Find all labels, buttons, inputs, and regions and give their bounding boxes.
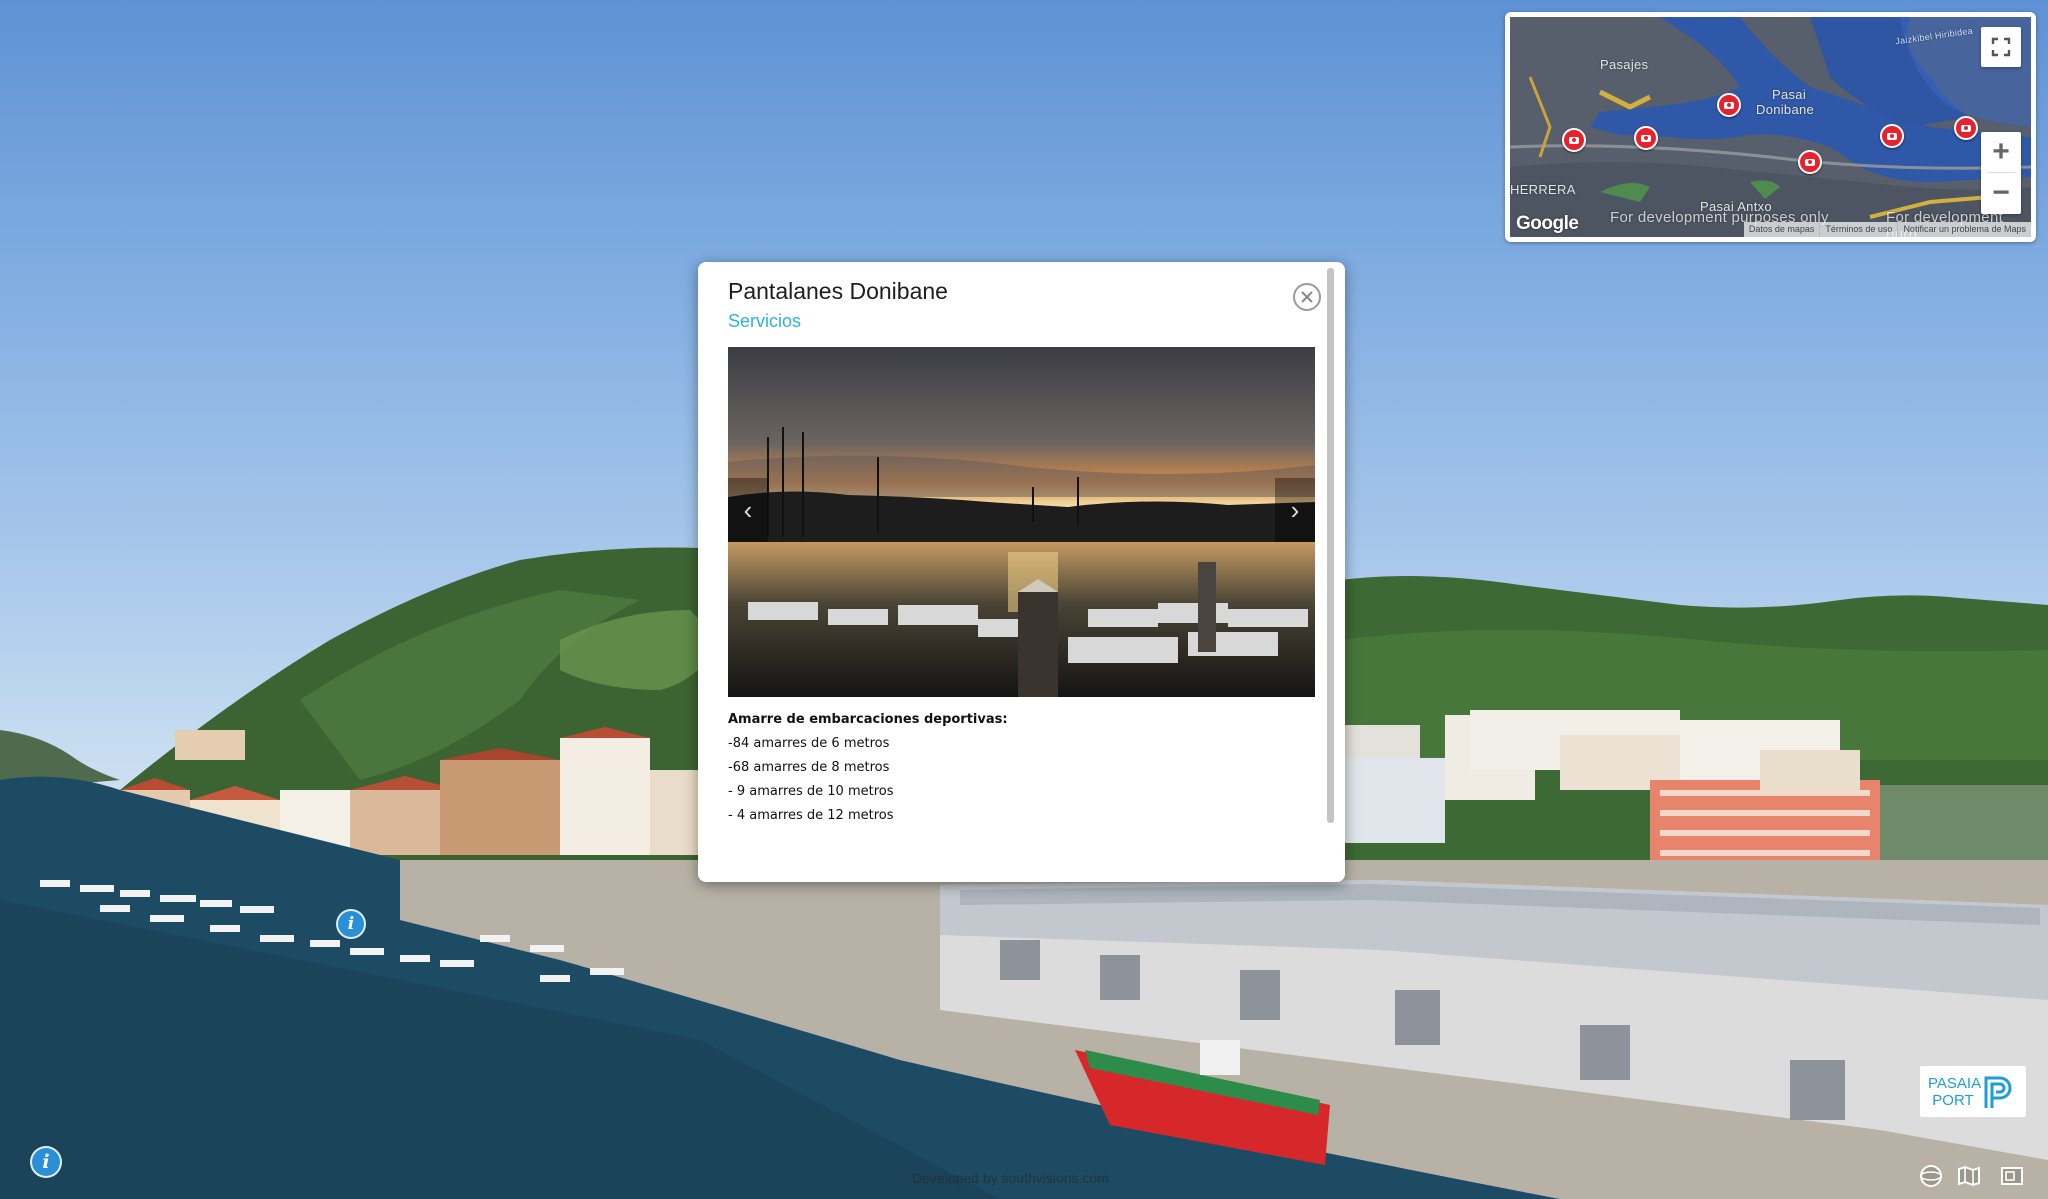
mini-map[interactable]: Pasajes Pasai Donibane HERRERA Pasai Ant… [1505,12,2036,242]
credits-text[interactable]: Developed by southvisions.com [912,1170,1109,1186]
gallery-photo [728,347,1315,697]
camera-pin-icon[interactable] [1717,93,1741,117]
popup-category: Servicios [728,311,802,331]
close-button[interactable] [1293,283,1321,311]
photo-gallery[interactable]: ‹ › [728,347,1315,697]
camera-pin-icon[interactable] [1954,116,1978,140]
logo-text-line1: PASAIA [1928,1074,1982,1092]
pasaia-port-logo[interactable]: PASAIA PORT [1920,1066,2026,1117]
close-icon [1301,291,1313,303]
view-mode-icon [2001,1167,2023,1185]
google-logo[interactable]: Google [1516,213,1579,235]
info-hotspot[interactable]: i [336,909,366,939]
chevron-left-icon: ‹ [743,494,753,525]
zoom-out-button[interactable]: − [1981,173,2021,213]
map-toggle-button[interactable] [1955,1162,1983,1190]
map-label-pasajes: Pasajes [1600,57,1649,72]
info-icon: i [347,914,355,934]
camera-pin-icon[interactable] [1880,124,1904,148]
fullscreen-icon [1991,37,2011,57]
description-line: - 9 amarres de 10 metros [728,784,894,799]
map-data-link[interactable]: Datos de mapas [1744,222,1820,237]
gallery-next-button[interactable]: › [1275,478,1315,542]
poi-popup: Pantalanes Donibane Servicios ‹ › Amarre… [698,262,1345,882]
popup-title: Pantalanes Donibane [728,278,948,304]
logo-text-line2: PORT [1932,1091,1974,1109]
logo-text: PASAIA PORT [1928,1074,1982,1109]
popup-scrollbar[interactable] [1327,268,1334,868]
gyroscope-button[interactable] [1917,1162,1945,1190]
camera-pin-icon[interactable] [1798,150,1822,174]
map-icon [1958,1165,1980,1187]
map-report-link[interactable]: Notificar un problema de Maps [1897,222,2031,237]
description-line: - 4 amarres de 12 metros [728,808,894,823]
port-logo-mark [1984,1076,2012,1108]
info-button[interactable]: i [30,1146,62,1178]
camera-pin-icon[interactable] [1634,126,1658,150]
gallery-prev-button[interactable]: ‹ [728,478,768,542]
chevron-right-icon: › [1290,494,1300,525]
map-fullscreen-button[interactable] [1981,27,2021,67]
map-zoom-controls: + − [1981,132,2021,214]
popup-description: Amarre de embarcaciones deportivas: -84 … [728,708,1298,828]
description-heading: Amarre de embarcaciones deportivas: [728,712,1008,727]
map-label-donibane: Donibane [1756,102,1815,117]
scrollbar-thumb[interactable] [1327,268,1334,823]
gyroscope-icon [1920,1165,1942,1187]
map-label-herrera: HERRERA [1510,182,1576,197]
description-line: -84 amarres de 6 metros [728,736,890,751]
map-attribution: Datos de mapas Términos de uso Notificar… [1743,222,2031,237]
map-terms-link[interactable]: Términos de uso [1819,222,1897,237]
map-label-pasai: Pasai [1772,87,1807,102]
info-icon: i [42,1151,50,1173]
zoom-in-button[interactable]: + [1981,132,2021,172]
description-line: -68 amarres de 8 metros [728,760,890,775]
view-mode-button[interactable] [1998,1162,2026,1190]
camera-pin-icon[interactable] [1562,128,1586,152]
